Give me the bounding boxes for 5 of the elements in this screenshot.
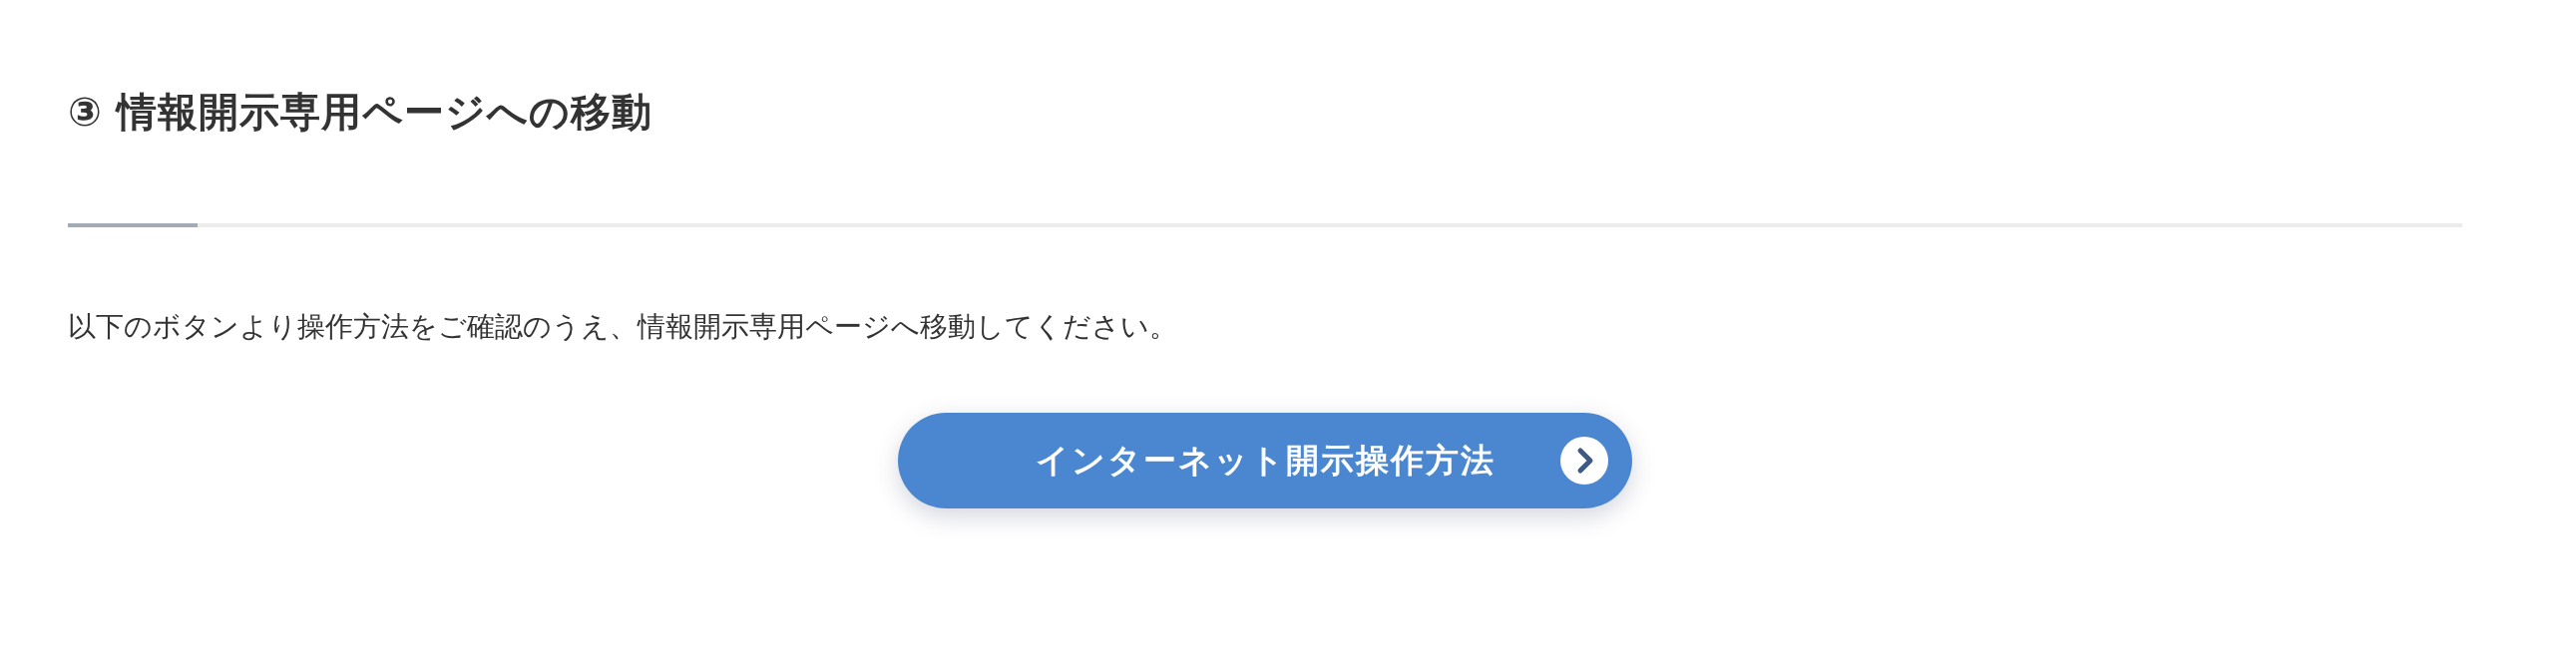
step-number: ③ — [68, 89, 103, 135]
operation-guide-button[interactable]: インターネット開示操作方法 — [898, 413, 1632, 508]
chevron-right-icon — [1560, 437, 1608, 485]
instruction-text: 以下のボタンより操作方法をご確認のうえ、情報開示専用ページへ移動してください。 — [68, 309, 1178, 345]
section-title: 情報開示専用ページへの移動 — [116, 87, 652, 137]
